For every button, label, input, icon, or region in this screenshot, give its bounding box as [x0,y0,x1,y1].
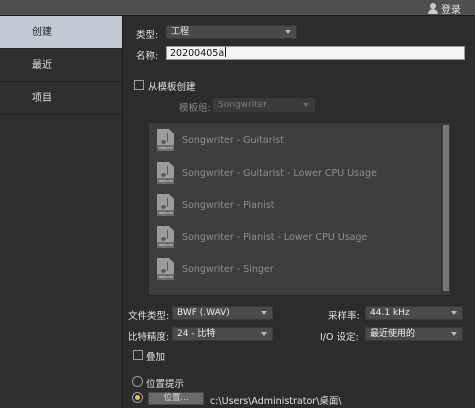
list-item[interactable]: TEMPLATE Songwriter - Pianist - Lower CP… [157,225,367,249]
location-path: c:\Users\Administrator\桌面\ [210,396,342,407]
list-item[interactable]: TEMPLATE Songwriter - Pianist [157,193,274,217]
file-type-dropdown[interactable]: BWF (.WAV) [172,306,273,320]
login-button[interactable]: 登录 [428,1,461,16]
template-name: Songwriter - Singer [182,263,274,275]
template-name: Songwriter - Guitarist [182,134,284,146]
sample-rate-dropdown[interactable]: 44.1 kHz [365,306,463,320]
sample-rate-value: 44.1 kHz [370,308,410,318]
list-item[interactable]: TEMPLATE Songwriter - Guitarist [157,128,284,152]
overlay-checkbox[interactable] [133,350,143,360]
io-setting-label: I/O 设定: [320,332,359,343]
name-input[interactable]: 20200405a [166,46,465,60]
bit-depth-dropdown[interactable]: 24 - 比特 [172,327,273,341]
io-setting-value: 最近使用的 [370,329,416,339]
template-group-dropdown[interactable]: Songwriter [213,98,315,112]
template-file-icon: TEMPLATE [157,194,174,216]
template-name: Songwriter - Pianist - Lower CPU Usage [182,231,368,243]
sample-rate-label: 采样率: [328,311,360,322]
template-file-icon: TEMPLATE [157,162,174,184]
text-cursor [225,47,227,57]
list-item[interactable]: TEMPLATE Songwriter - Guitarist - Lower … [157,161,377,185]
sidebar: 创建 最近 项目 [0,16,123,408]
location-path-radio[interactable] [132,392,143,403]
title-bar: 登录 [0,0,475,16]
chevron-down-icon [451,332,457,336]
bit-depth-label: 比特精度: [128,332,170,343]
from-template-label: 从模板创建 [148,82,196,93]
template-file-icon: TEMPLATE [157,258,174,280]
location-hint-radio[interactable] [132,376,143,387]
type-dropdown[interactable]: 工程 [166,25,297,39]
chevron-down-icon [285,30,291,34]
template-list-scrollbar[interactable] [441,123,450,295]
chevron-down-icon [451,311,457,315]
type-value: 工程 [171,27,190,37]
file-type-label: 文件类型: [128,311,170,322]
template-group-value: Songwriter [218,100,267,110]
name-value: 20200405a [170,48,225,59]
type-label: 类型: [136,30,159,41]
template-group-label: 模板组: [179,103,211,114]
bit-depth-value: 24 - 比特 [177,329,216,339]
scrollbar-thumb[interactable] [443,125,449,291]
login-label: 登录 [441,4,461,16]
file-type-value: BWF (.WAV) [177,308,230,318]
template-list[interactable]: TEMPLATE Songwriter - Guitarist TEMPLATE… [148,122,451,296]
template-name: Songwriter - Pianist [182,199,275,211]
chevron-down-icon [261,311,267,315]
location-hint-label: 位置提示 [146,379,185,390]
create-panel: 类型: 工程 名称: 20200405a 从模板创建 模板组: Songwrit… [124,16,475,408]
template-name: Songwriter - Guitarist - Lower CPU Usage [182,167,377,179]
chevron-down-icon [261,332,267,336]
sidebar-item-recent[interactable]: 最近 [0,49,122,82]
location-button[interactable]: 位置... [148,392,204,405]
chevron-down-icon [303,103,309,107]
from-template-checkbox[interactable] [134,80,144,90]
io-setting-dropdown[interactable]: 最近使用的 [365,327,463,341]
template-file-icon: TEMPLATE [157,129,174,151]
name-label: 名称: [136,51,159,62]
sidebar-item-projects[interactable]: 项目 [0,82,122,115]
user-icon [428,2,438,14]
overlay-label: 叠加 [146,352,166,363]
template-file-icon: TEMPLATE [157,226,174,248]
sidebar-item-create[interactable]: 创建 [0,16,122,49]
list-item[interactable]: TEMPLATE Songwriter - Singer [157,257,274,281]
